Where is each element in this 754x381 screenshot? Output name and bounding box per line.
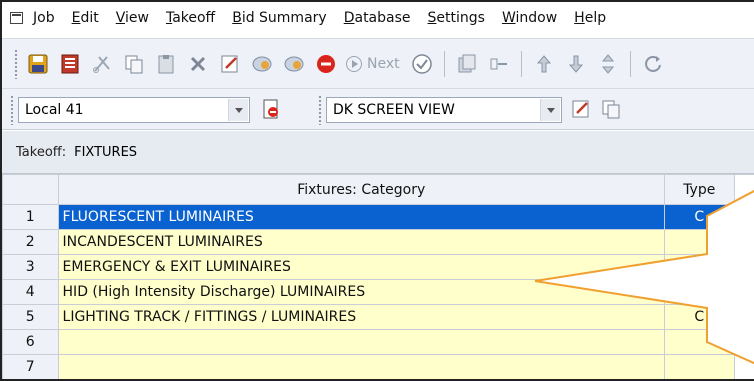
toolbar-grip[interactable] (14, 48, 18, 79)
chevron-down-icon[interactable] (228, 99, 248, 121)
delete-icon[interactable] (184, 50, 212, 78)
row-number-header (2, 174, 59, 205)
row-number-cell: 5 (2, 304, 59, 330)
category-cell[interactable]: EMERGENCY & EXIT LUMINAIRES (57, 254, 665, 280)
paste-icon[interactable] (152, 50, 180, 78)
blank-cell (733, 254, 754, 280)
selection-toolbar: Local 41 DK SCREEN VIEW (2, 88, 754, 130)
table-row[interactable]: 3 EMERGENCY & EXIT LUMINAIRES (2, 254, 754, 280)
blank-cell (733, 304, 754, 330)
forward-icon[interactable] (280, 50, 308, 78)
toolbar-separator (443, 50, 445, 77)
view-select-value: DK SCREEN VIEW (333, 102, 455, 118)
type-cell[interactable] (663, 229, 735, 255)
menu-settings[interactable]: Settings (428, 10, 485, 26)
takeoff-value: FIXTURES (74, 144, 138, 160)
toolbar-grip[interactable] (10, 95, 14, 125)
local-select-value: Local 41 (25, 102, 84, 118)
category-cell[interactable]: INCANDESCENT LUMINAIRES (57, 229, 665, 255)
blank-cell (733, 279, 754, 305)
next-label: Next (367, 55, 400, 72)
menu-bid-summary[interactable]: Bid Summary (232, 10, 327, 26)
next-button[interactable]: Next (346, 55, 400, 72)
link-icon[interactable] (485, 50, 513, 78)
blank-cell (733, 204, 754, 230)
table-row[interactable]: 4 HID (High Intensity Discharge) LUMINAIR… (2, 279, 754, 305)
takeoff-bar: Takeoff: FIXTURES (2, 131, 754, 173)
toolbar-separator (520, 50, 522, 77)
category-cell[interactable]: HID (High Intensity Discharge) LUMINAIRE… (57, 279, 665, 305)
category-cell[interactable] (57, 329, 665, 355)
view-select[interactable]: DK SCREEN VIEW (326, 97, 562, 123)
row-number-cell: 6 (2, 329, 59, 355)
back-icon[interactable] (248, 50, 276, 78)
type-cell[interactable]: C (663, 304, 735, 330)
row-number-cell: 4 (2, 279, 59, 305)
edit-view-icon[interactable] (570, 98, 592, 120)
row-number-cell: 7 (2, 354, 59, 379)
copy-view-icon[interactable] (600, 98, 622, 120)
blank-cell (733, 229, 754, 255)
table-row[interactable]: 6 (2, 329, 754, 355)
move-down-icon[interactable] (562, 50, 590, 78)
menu-bar: Job Edit View Takeoff Bid Summary Databa… (2, 2, 754, 38)
blank-column-header (733, 174, 754, 205)
menu-edit[interactable]: Edit (72, 10, 99, 26)
blank-cell (733, 329, 754, 355)
menu-view[interactable]: View (116, 10, 149, 26)
clear-document-icon[interactable] (260, 98, 282, 120)
menu-job[interactable]: Job (33, 10, 55, 26)
table-header-row: Fixtures: Category Type (2, 174, 754, 205)
category-cell[interactable]: LIGHTING TRACK / FITTINGS / LUMINAIRES (57, 304, 665, 330)
menu-database[interactable]: Database (344, 10, 411, 26)
menu-help[interactable]: Help (574, 10, 606, 26)
table-row[interactable]: 1 FLUORESCENT LUMINAIRES C (2, 204, 754, 230)
type-cell[interactable] (663, 354, 735, 379)
check-icon[interactable] (408, 50, 436, 78)
local-select[interactable]: Local 41 (18, 97, 250, 123)
category-grid: Fixtures: Category Type 1 FLUORESCENT LUM… (2, 173, 754, 379)
row-number-cell: 3 (2, 254, 59, 280)
stop-icon[interactable] (312, 50, 340, 78)
category-column-header[interactable]: Fixtures: Category (57, 174, 665, 205)
type-cell[interactable] (663, 254, 735, 280)
cut-icon[interactable] (88, 50, 116, 78)
type-cell[interactable] (663, 329, 735, 355)
report-icon[interactable] (56, 50, 84, 78)
move-up-icon[interactable] (530, 50, 558, 78)
menu-window[interactable]: Window (502, 10, 557, 26)
toolbar-separator (629, 50, 631, 77)
table-row[interactable]: 7 (2, 354, 754, 379)
table-row[interactable]: 5 LIGHTING TRACK / FITTINGS / LUMINAIRES C (2, 304, 754, 330)
category-cell[interactable] (57, 354, 665, 379)
main-toolbar: Next (2, 38, 754, 88)
edit-icon[interactable] (216, 50, 244, 78)
type-cell[interactable]: C (663, 279, 735, 305)
table-row[interactable]: 2 INCANDESCENT LUMINAIRES (2, 229, 754, 255)
type-column-header[interactable]: Type (663, 174, 735, 205)
category-cell[interactable]: FLUORESCENT LUMINAIRES (57, 204, 665, 230)
chevron-down-icon[interactable] (540, 99, 560, 121)
app-system-icon[interactable] (10, 12, 23, 24)
blank-cell (733, 354, 754, 379)
next-arrow-icon (346, 55, 362, 72)
takeoff-label: Takeoff: (16, 144, 67, 160)
type-cell[interactable]: C (663, 204, 735, 230)
refresh-icon[interactable] (639, 50, 667, 78)
row-number-cell: 1 (2, 204, 59, 230)
row-number-cell: 2 (2, 229, 59, 255)
save-icon[interactable] (24, 50, 52, 78)
copy-icon[interactable] (120, 50, 148, 78)
category-table: Fixtures: Category Type 1 FLUORESCENT LUM… (2, 174, 754, 379)
sort-icon[interactable] (594, 50, 622, 78)
app-window: Job Edit View Takeoff Bid Summary Databa… (0, 0, 754, 381)
menu-takeoff[interactable]: Takeoff (166, 10, 215, 26)
pages-icon[interactable] (453, 50, 481, 78)
toolbar-grip[interactable] (318, 95, 322, 125)
